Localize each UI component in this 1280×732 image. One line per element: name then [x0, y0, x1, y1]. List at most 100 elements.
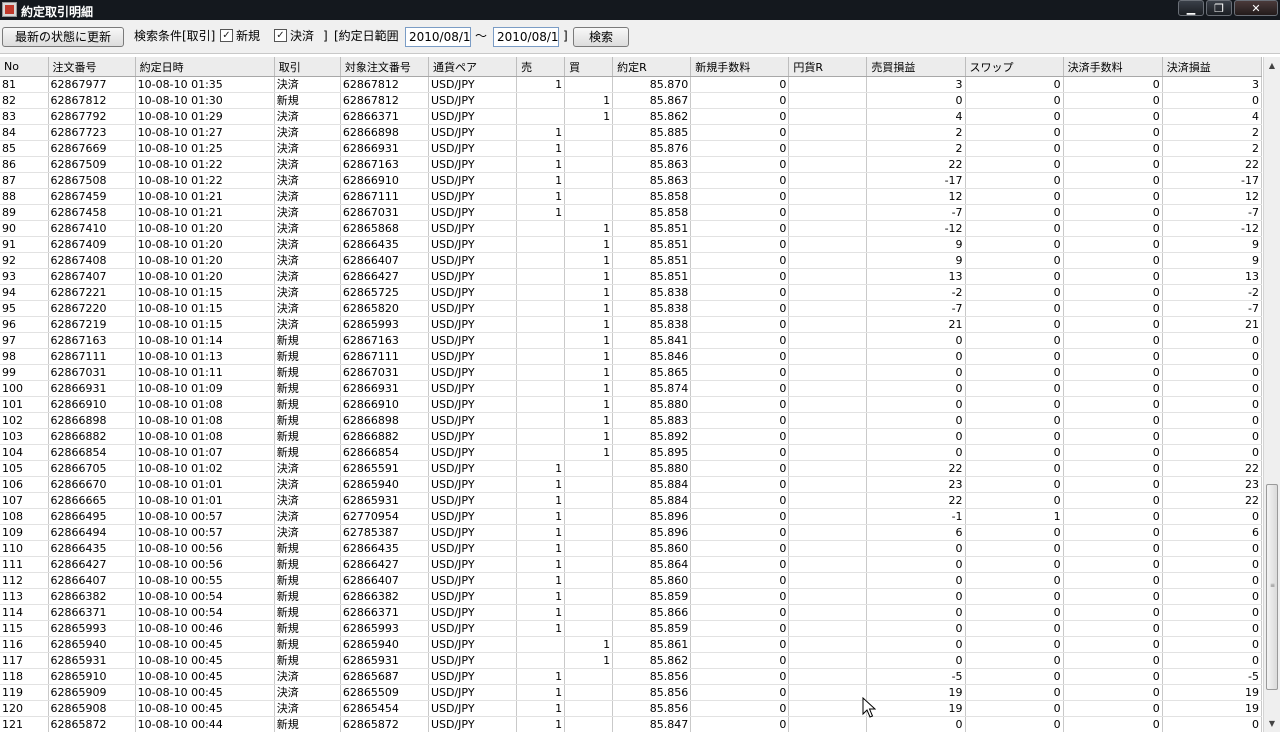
close-button[interactable]: ✕ — [1234, 0, 1278, 16]
table-cell: 決済 — [274, 204, 341, 221]
table-row[interactable]: 103 62866882 10-08-10 01:08 新規 62866882 USD/J… — [0, 428, 1262, 445]
table-cell: 0 — [965, 428, 1064, 445]
table-cell: 0 — [690, 588, 790, 605]
settle-checkbox[interactable]: ✓ — [274, 29, 287, 42]
table-cell: 0 — [965, 492, 1064, 509]
table-cell: USD/JPY — [428, 204, 518, 221]
table-cell: 0 — [965, 348, 1064, 365]
table-cell: 決済 — [274, 460, 341, 477]
table-cell: 0 — [690, 636, 790, 653]
column-header[interactable]: 新規手数料 — [690, 57, 790, 77]
vertical-scrollbar[interactable]: ▲ ≡ ▼ — [1263, 57, 1280, 732]
table-row[interactable]: 101 62866910 10-08-10 01:08 新規 62866910 USD/J… — [0, 396, 1262, 413]
column-header[interactable]: 売買損益 — [866, 57, 966, 77]
date-to-input[interactable]: 2010/08/10 — [493, 27, 559, 47]
table-row[interactable]: 107 62866665 10-08-10 01:01 決済 62865931 USD/J… — [0, 492, 1262, 509]
table-row[interactable]: 112 62866407 10-08-10 00:55 新規 62866407 USD/J… — [0, 572, 1262, 589]
table-row[interactable]: 99 62867031 10-08-10 01:11 新規 62867031 USD/JP… — [0, 364, 1262, 381]
table-row[interactable]: 113 62866382 10-08-10 00:54 新規 62866382 USD/J… — [0, 588, 1262, 605]
table-cell: 10-08-10 00:57 — [135, 524, 275, 541]
table-row[interactable]: 82 62867812 10-08-10 01:30 新規 62867812 USD/JP… — [0, 92, 1262, 109]
table-cell: 62866898 — [48, 412, 136, 429]
table-cell — [788, 684, 868, 701]
table-row[interactable]: 92 62867408 10-08-10 01:20 決済 62866407 USD/JP… — [0, 252, 1262, 269]
table-cell: 62866371 — [48, 604, 136, 621]
table-cell: 0 — [690, 332, 790, 349]
column-header[interactable]: 通貨ペア — [428, 57, 518, 77]
table-row[interactable]: 81 62867977 10-08-10 01:35 決済 62867812 USD/JP… — [0, 76, 1262, 93]
table-row[interactable]: 91 62867409 10-08-10 01:20 決済 62866435 USD/JP… — [0, 236, 1262, 253]
column-header[interactable]: 対象注文番号 — [340, 57, 429, 77]
table-cell: 1 — [516, 188, 566, 205]
column-header[interactable]: 決済損益 — [1162, 57, 1262, 77]
table-row[interactable]: 102 62866898 10-08-10 01:08 新規 62866898 USD/J… — [0, 412, 1262, 429]
column-header[interactable]: スワップ — [965, 57, 1064, 77]
table-row[interactable]: 104 62866854 10-08-10 01:07 新規 62866854 USD/J… — [0, 444, 1262, 461]
table-row[interactable]: 95 62867220 10-08-10 01:15 決済 62865820 USD/JP… — [0, 300, 1262, 317]
table-cell: 85.858 — [612, 188, 692, 205]
table-row[interactable]: 98 62867111 10-08-10 01:13 新規 62867111 USD/JP… — [0, 348, 1262, 365]
column-header[interactable]: 買 — [564, 57, 614, 77]
restore-button[interactable]: ❐ — [1206, 0, 1232, 16]
column-header[interactable]: 注文番号 — [48, 57, 136, 77]
table-row[interactable]: 106 62866670 10-08-10 01:01 決済 62865940 USD/J… — [0, 476, 1262, 493]
column-header[interactable]: No — [0, 57, 49, 77]
table-row[interactable]: 89 62867458 10-08-10 01:21 決済 62867031 USD/JP… — [0, 204, 1262, 221]
table-row[interactable]: 94 62867221 10-08-10 01:15 決済 62865725 USD/JP… — [0, 284, 1262, 301]
table-cell: 19 — [1162, 700, 1262, 717]
table-row[interactable]: 116 62865940 10-08-10 00:45 新規 62865940 USD/J… — [0, 636, 1262, 653]
table-row[interactable]: 118 62865910 10-08-10 00:45 決済 62865687 USD/J… — [0, 668, 1262, 685]
column-header[interactable]: 売 — [516, 57, 566, 77]
table-cell: -1 — [866, 508, 966, 525]
table-cell: 62866407 — [48, 572, 136, 589]
table-row[interactable]: 114 62866371 10-08-10 00:54 新規 62866371 USD/J… — [0, 604, 1262, 621]
table-row[interactable]: 115 62865993 10-08-10 00:46 新規 62865993 USD/J… — [0, 620, 1262, 637]
minimize-button[interactable]: ▁ — [1178, 0, 1204, 16]
table-cell: USD/JPY — [428, 156, 518, 173]
scroll-down-icon[interactable]: ▼ — [1264, 715, 1280, 732]
table-row[interactable]: 83 62867792 10-08-10 01:29 決済 62866371 USD/JP… — [0, 108, 1262, 125]
grip-icon: ≡ — [1270, 582, 1276, 589]
table-row[interactable]: 85 62867669 10-08-10 01:25 決済 62866931 USD/JP… — [0, 140, 1262, 157]
table-cell — [788, 620, 868, 637]
table-row[interactable]: 111 62866427 10-08-10 00:56 新規 62866427 USD/J… — [0, 556, 1262, 573]
table-row[interactable]: 96 62867219 10-08-10 01:15 決済 62865993 USD/JP… — [0, 316, 1262, 333]
column-header[interactable]: 円貨R — [788, 57, 868, 77]
table-cell: 62866910 — [340, 172, 429, 189]
table-row[interactable]: 117 62865931 10-08-10 00:45 新規 62865931 USD/J… — [0, 652, 1262, 669]
column-header[interactable]: 決済手数料 — [1063, 57, 1163, 77]
column-header[interactable]: 取引 — [274, 57, 341, 77]
refresh-button[interactable]: 最新の状態に更新 — [2, 27, 124, 47]
column-header[interactable]: 約定R — [612, 57, 692, 77]
new-checkbox-label[interactable]: 新規 — [236, 29, 260, 43]
table-row[interactable]: 84 62867723 10-08-10 01:27 決済 62866898 USD/JP… — [0, 124, 1262, 141]
table-row[interactable]: 87 62867508 10-08-10 01:22 決済 62866910 USD/JP… — [0, 172, 1262, 189]
table-cell — [788, 204, 868, 221]
search-button[interactable]: 検索 — [573, 27, 629, 47]
table-row[interactable]: 88 62867459 10-08-10 01:21 決済 62867111 USD/JP… — [0, 188, 1262, 205]
settle-checkbox-label[interactable]: 決済 — [290, 29, 314, 43]
table-row[interactable]: 90 62867410 10-08-10 01:20 決済 62865868 USD/JP… — [0, 220, 1262, 237]
table-row[interactable]: 110 62866435 10-08-10 00:56 新規 62866435 USD/J… — [0, 540, 1262, 557]
table-cell: 109 — [0, 524, 49, 541]
table-row[interactable]: 121 62865872 10-08-10 00:44 新規 62865872 USD/J… — [0, 716, 1262, 732]
column-header[interactable]: 約定日時 — [135, 57, 275, 77]
table-row[interactable]: 93 62867407 10-08-10 01:20 決済 62866427 USD/JP… — [0, 268, 1262, 285]
table-row[interactable]: 86 62867509 10-08-10 01:22 決済 62867163 USD/JP… — [0, 156, 1262, 173]
table-row[interactable]: 108 62866495 10-08-10 00:57 決済 62770954 USD/J… — [0, 508, 1262, 525]
new-checkbox[interactable]: ✓ — [220, 29, 233, 42]
table-row[interactable]: 120 62865908 10-08-10 00:45 決済 62865454 USD/J… — [0, 700, 1262, 717]
app-icon[interactable] — [2, 2, 17, 17]
date-from-input[interactable]: 2010/08/10 — [405, 27, 471, 47]
table-row[interactable]: 119 62865909 10-08-10 00:45 決済 62865509 USD/J… — [0, 684, 1262, 701]
table-row[interactable]: 100 62866931 10-08-10 01:09 新規 62866931 USD/J… — [0, 380, 1262, 397]
table-row[interactable]: 109 62866494 10-08-10 00:57 決済 62785387 USD/J… — [0, 524, 1262, 541]
table-cell: 0 — [965, 556, 1064, 573]
table-cell: 1 — [516, 604, 566, 621]
scroll-up-icon[interactable]: ▲ — [1264, 57, 1280, 74]
table-row[interactable]: 97 62867163 10-08-10 01:14 新規 62867163 USD/JP… — [0, 332, 1262, 349]
table-row[interactable]: 105 62866705 10-08-10 01:02 決済 62865591 USD/J… — [0, 460, 1262, 477]
table-cell: 0 — [866, 380, 966, 397]
scroll-thumb[interactable]: ≡ — [1266, 484, 1278, 690]
table-cell: 0 — [965, 620, 1064, 637]
